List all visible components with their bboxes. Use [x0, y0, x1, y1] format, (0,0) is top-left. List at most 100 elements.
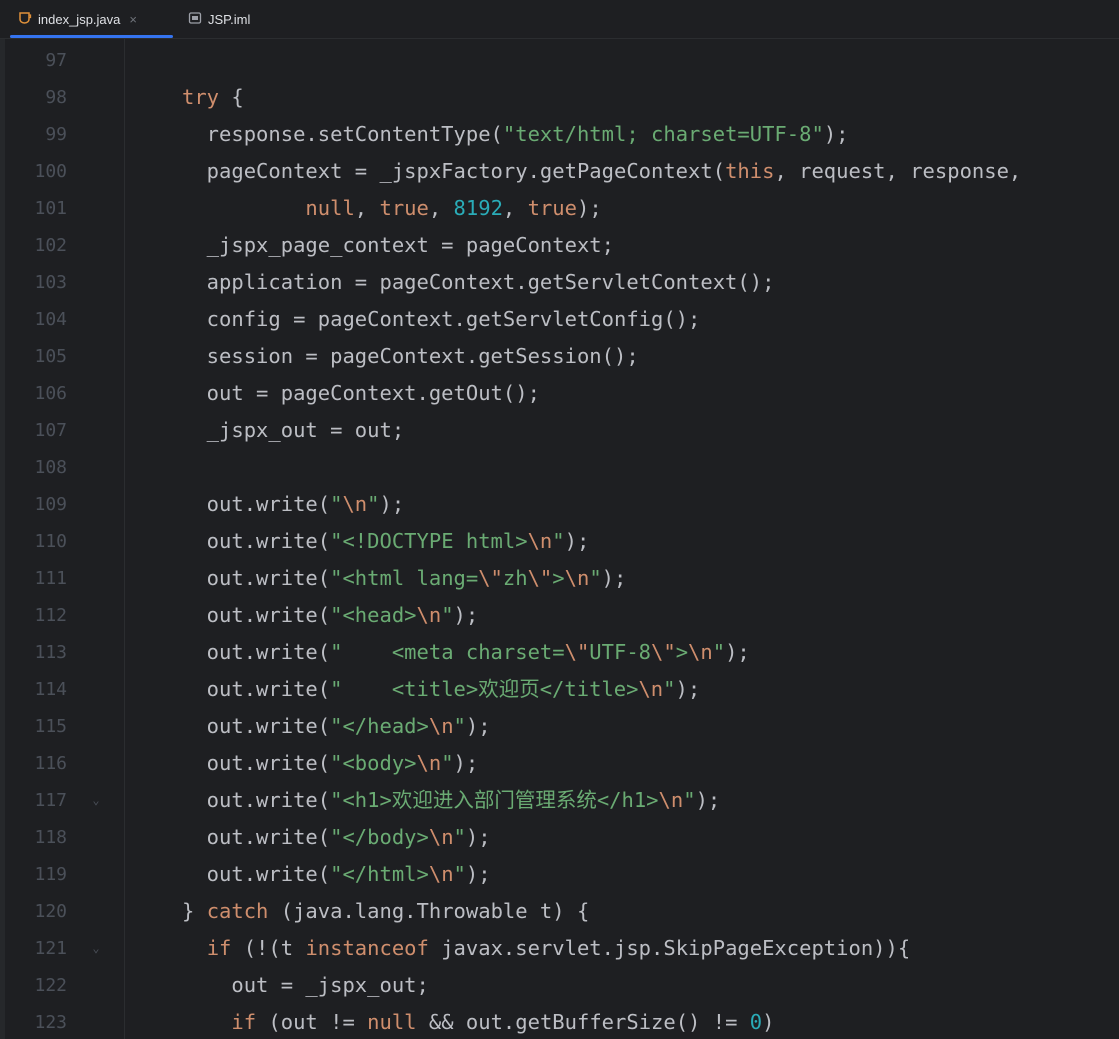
code-line[interactable]: out.write("</html>\n"); [182, 856, 491, 893]
code-token: ); [601, 566, 627, 590]
code-token: out.write( [182, 751, 331, 775]
code-token: instanceof [305, 936, 429, 960]
line-number: 120 [34, 901, 67, 922]
tab-index-jsp-java[interactable]: index_jsp.java × [6, 0, 175, 38]
code-line[interactable]: application = pageContext.getServletCont… [182, 264, 775, 301]
code-token: \n [416, 751, 442, 775]
code-line[interactable]: session = pageContext.getSession(); [182, 338, 639, 375]
code-token: catch [206, 899, 269, 923]
code-token: UTF-8 [589, 640, 652, 664]
code-token: \n [428, 825, 454, 849]
tab-jsp-iml[interactable]: JSP.iml [188, 0, 278, 38]
code-token: , [428, 196, 454, 220]
code-line[interactable]: _jspx_out = out; [182, 412, 405, 449]
line-number: 108 [34, 457, 67, 478]
code-token: config = pageContext.getServletConfig(); [182, 307, 701, 331]
code-token: \n [416, 603, 442, 627]
code-token: out = pageContext.getOut(); [182, 381, 540, 405]
code-token: } [182, 899, 207, 923]
code-line[interactable]: } catch (java.lang.Throwable t) { [182, 893, 589, 930]
code-token: this [725, 159, 775, 183]
code-token: "<head> [330, 603, 417, 627]
code-editor[interactable]: 97 98 99 100 101 102 103 104 105 106 107 108 109 110 1… [0, 39, 1119, 1039]
code-token: " [330, 492, 343, 516]
code-token: \n [428, 714, 454, 738]
line-number: 112 [34, 605, 67, 626]
code-token: "<html lang= [330, 566, 479, 590]
code-token: out.write( [182, 862, 331, 886]
code-area[interactable]: try { response.setContentType("text/html… [126, 39, 1119, 1039]
code-token: " [453, 825, 466, 849]
code-token: response.setContentType( [182, 122, 503, 146]
fold-chevron-icon[interactable]: ⌄ [89, 782, 103, 819]
code-line[interactable]: out.write("<h1>欢迎进入部门管理系统</h1>\n"); [182, 782, 721, 819]
code-token: application = pageContext.getServletCont… [182, 270, 775, 294]
code-line[interactable]: out.write("<html lang=\"zh\">\n"); [182, 560, 627, 597]
code-token: " <title>欢迎页</title> [330, 677, 639, 701]
line-number-gutter: 97 98 99 100 101 102 103 104 105 106 107 108 109 110 1… [5, 39, 125, 1039]
code-line[interactable]: if (out != null && out.getBufferSize() !… [182, 1004, 774, 1039]
line-number: 118 [34, 827, 67, 848]
code-token: " [552, 529, 565, 553]
code-token: 8192 [453, 196, 503, 220]
line-number: 123 [34, 1012, 67, 1033]
code-token: try [182, 85, 220, 109]
code-token: > [675, 640, 689, 664]
code-line[interactable]: out.write("<!DOCTYPE html>\n"); [182, 523, 590, 560]
code-token: "</body> [330, 825, 429, 849]
code-token: " [441, 751, 454, 775]
code-token: , [502, 196, 528, 220]
code-token: "</html> [330, 862, 429, 886]
code-token: out.write( [182, 825, 331, 849]
code-token: \n [527, 529, 553, 553]
code-line[interactable]: out.write("</head>\n"); [182, 708, 491, 745]
code-line[interactable]: out.write("\n"); [182, 486, 405, 523]
code-line[interactable]: out = _jspx_out; [182, 967, 428, 1004]
close-icon[interactable]: × [129, 13, 137, 26]
code-line[interactable]: config = pageContext.getServletConfig(); [182, 301, 701, 338]
code-token: && out.getBufferSize() != [416, 1010, 750, 1034]
fold-chevron-icon[interactable]: ⌄ [89, 930, 103, 967]
tab-label: index_jsp.java [38, 11, 121, 27]
code-token: " <meta charset= [330, 640, 565, 664]
code-token: out.write( [182, 603, 331, 627]
code-token: , [354, 196, 380, 220]
line-number: 103 [34, 272, 67, 293]
code-token: "text/html; charset=UTF-8" [502, 122, 824, 146]
code-line[interactable]: response.setContentType("text/html; char… [182, 116, 849, 153]
code-token: (out != [256, 1010, 368, 1034]
code-token: zh [502, 566, 528, 590]
line-number: 107 [34, 420, 67, 441]
code-token: \n [342, 492, 368, 516]
code-line[interactable]: out.write("<body>\n"); [182, 745, 479, 782]
line-number: 105 [34, 346, 67, 367]
code-line[interactable]: pageContext = _jspxFactory.getPageContex… [182, 153, 1022, 190]
code-token: out.write( [182, 492, 331, 516]
code-line[interactable]: out = pageContext.getOut(); [182, 375, 540, 412]
code-token: _jspx_page_context = pageContext; [182, 233, 614, 257]
code-token: ); [453, 603, 479, 627]
line-number: 111 [34, 568, 67, 589]
code-token: " [589, 566, 602, 590]
code-line[interactable]: out.write("</body>\n"); [182, 819, 491, 856]
code-token: ); [725, 640, 750, 664]
code-token: \n [658, 788, 684, 812]
code-line[interactable]: out.write("<head>\n"); [182, 597, 479, 634]
code-line[interactable]: try { [182, 79, 244, 116]
code-token: session = pageContext.getSession(); [182, 344, 639, 368]
module-file-icon [188, 11, 202, 28]
code-line[interactable]: _jspx_page_context = pageContext; [182, 227, 614, 264]
code-token: "<body> [330, 751, 417, 775]
line-number: 116 [34, 753, 67, 774]
code-token: ); [465, 862, 491, 886]
code-line[interactable]: if (!(t instanceof javax.servlet.jsp.Ski… [182, 930, 911, 967]
code-line[interactable]: out.write(" <title>欢迎页</title>\n"); [182, 671, 701, 708]
editor-tab-bar: index_jsp.java × JSP.iml [0, 0, 1119, 39]
code-line[interactable]: null, true, 8192, true); [182, 190, 601, 227]
code-token: true [527, 196, 577, 220]
code-token: out.write( [182, 714, 331, 738]
line-number: 119 [34, 864, 67, 885]
code-token: \" [478, 566, 503, 590]
code-line[interactable]: out.write(" <meta charset=\"UTF-8\">\n")… [182, 634, 750, 671]
